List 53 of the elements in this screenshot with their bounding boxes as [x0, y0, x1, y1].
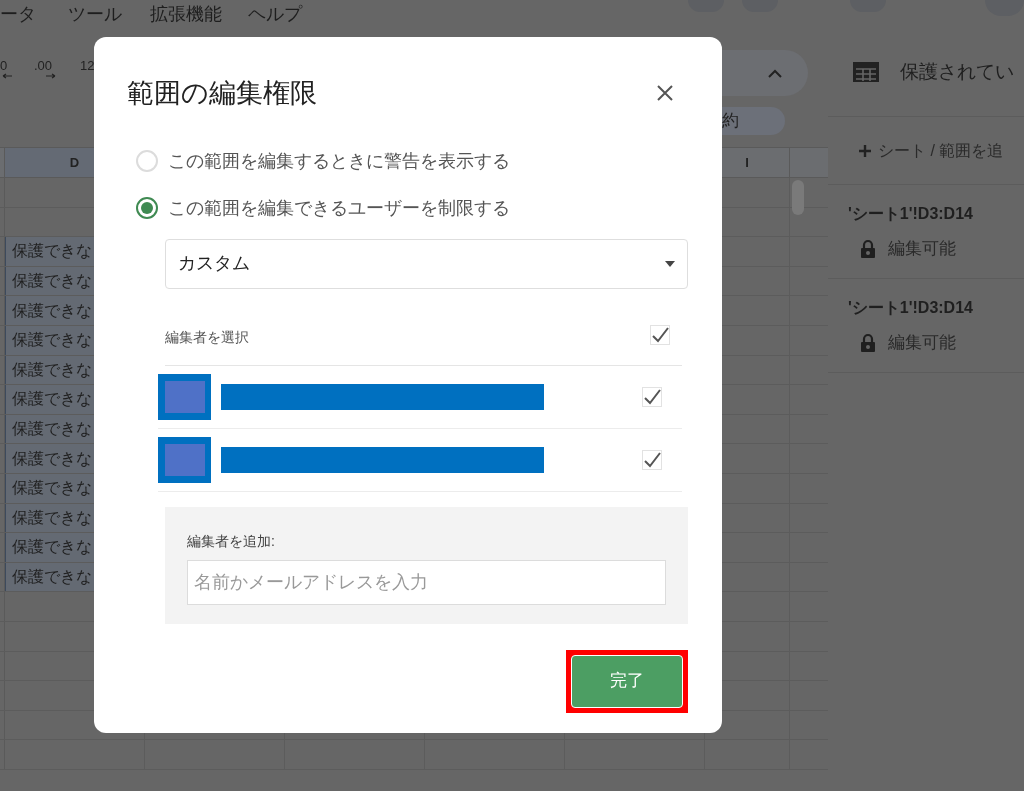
table-cell-text: 保護できな	[12, 507, 92, 528]
column-header[interactable]: I	[745, 152, 749, 173]
arrow-left-icon	[2, 73, 12, 79]
plus-icon	[858, 143, 872, 158]
dropdown-caret-icon	[665, 260, 675, 267]
permission-label: 編集可能	[888, 331, 956, 354]
table-cell-text: 保護できな	[12, 567, 92, 587]
arrow-right-icon	[46, 73, 56, 79]
table-cell-text: 保護できな	[12, 478, 92, 499]
input-field[interactable]: 名前かメールアドレスを入力	[187, 559, 666, 605]
table-cell-text: 保護できな	[12, 537, 92, 558]
checkbox[interactable]	[650, 324, 670, 345]
checkbox[interactable]	[642, 449, 662, 470]
toolbar-item[interactable]: 0	[0, 56, 8, 76]
table-cell-text: 保護できな	[12, 300, 92, 321]
menu-item[interactable]: ツール	[68, 1, 122, 28]
avatar	[158, 373, 211, 420]
caret-up-icon	[768, 68, 782, 78]
dropdown[interactable]: カスタム	[165, 238, 688, 289]
field-label: 編集者を追加:	[187, 531, 276, 551]
table-cell-text: 保護できな	[12, 330, 92, 351]
avatar	[158, 436, 211, 483]
toolbar-item[interactable]: .00	[34, 56, 53, 76]
range-item[interactable]: 'シート1'!D3:D14 編集可能	[828, 185, 1024, 279]
menu-item[interactable]: ータ	[0, 1, 36, 28]
radio-button[interactable]	[136, 197, 158, 219]
table-icon	[852, 61, 880, 83]
close-icon	[656, 84, 674, 103]
table-cell-text: 保護できな	[12, 271, 92, 292]
toolbar-item[interactable]: 12	[80, 56, 95, 76]
table-cell-text: 保護できな	[12, 359, 92, 380]
column-header[interactable]: D	[69, 152, 80, 173]
panel-title: 保護されてい	[900, 59, 1014, 84]
menu-item[interactable]: 拡張機能	[150, 1, 222, 28]
collapse-button[interactable]	[722, 50, 808, 96]
scroll-thumb[interactable]	[792, 180, 804, 215]
lock-icon	[860, 238, 876, 259]
permission-label: 編集可能	[888, 237, 956, 260]
lock-icon	[860, 332, 876, 353]
table-cell-text: 保護できな	[12, 419, 92, 440]
done-button[interactable]: 完了	[571, 654, 683, 708]
radio-label: この範囲を編集できるユーザーを制限する	[168, 196, 510, 220]
table-cell-text: 保護できな	[12, 389, 92, 410]
summary-chip[interactable]: 約	[722, 107, 785, 135]
add-range-link[interactable]: シート / 範囲を追	[878, 138, 1004, 163]
radio-label: この範囲を編集するときに警告を表示する	[168, 149, 510, 173]
section-label: 編集者を選択	[165, 327, 249, 347]
dialog-title: 範囲の編集権限	[127, 77, 317, 110]
table-cell-text: 保護できな	[12, 448, 92, 469]
range-item[interactable]: 'シート1'!D3:D14 編集可能	[828, 279, 1024, 373]
checkbox[interactable]	[642, 386, 662, 407]
menu-item[interactable]: ヘルプ	[248, 1, 302, 28]
table-cell-text: 保護できな	[12, 241, 92, 262]
